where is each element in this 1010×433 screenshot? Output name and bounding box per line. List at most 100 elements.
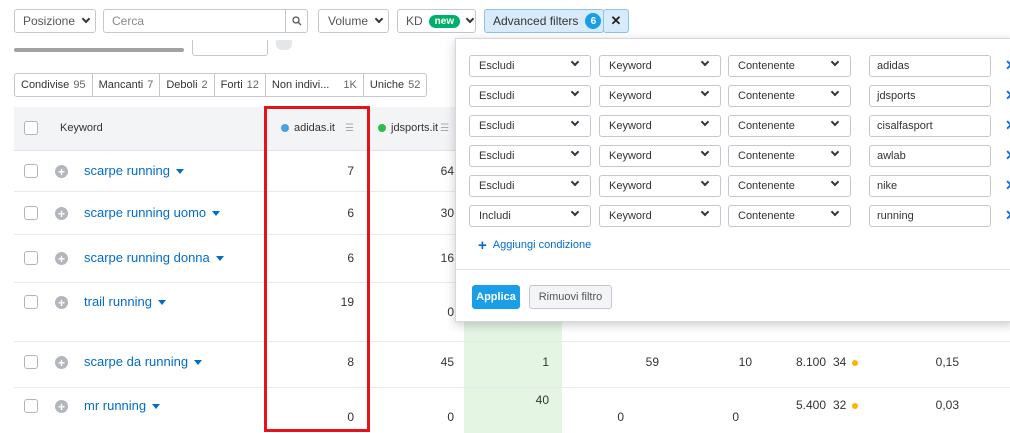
jdsports-position: 64 [440,164,454,178]
volume-dropdown[interactable]: Volume [318,9,389,33]
operator-select[interactable]: Contenente [728,145,851,167]
remove-condition-icon[interactable]: ✕ [1005,177,1010,194]
filter-value-input[interactable]: jdsports [869,85,991,107]
field-select[interactable]: Keyword [599,205,721,227]
jdsports-position: 0 [447,305,454,319]
keyword-link[interactable]: scarpe running [84,163,184,178]
keyword-link[interactable]: scarpe running uomo [84,205,221,220]
tab-forti[interactable]: Forti 12 [215,74,266,96]
table-row: + mr running 0 0 40 0 0 5.400 32 0,03 [14,388,1010,433]
mode-select[interactable]: Escludi [469,85,591,107]
filter-value-input[interactable]: awlab [869,145,991,167]
domain-dot-icon [378,124,386,132]
kd-dropdown[interactable]: KD new [397,9,476,33]
operator-select[interactable]: Contenente [728,55,851,77]
tab-mancanti[interactable]: Mancanti 7 [93,74,161,96]
operator-select[interactable]: Contenente [728,85,851,107]
competitor5-position: 10 [738,355,752,369]
expand-plus-icon[interactable]: + [55,296,68,309]
competitor3-position: 1 [542,355,549,369]
tab-condivise[interactable]: Condivise 95 [15,74,93,96]
volume-label: Volume [328,14,369,28]
expand-plus-icon[interactable]: + [55,252,68,265]
expand-plus-icon[interactable]: + [55,165,68,178]
column-header-adidas[interactable]: adidas.it ☰ [281,122,354,134]
adidas-position: 6 [347,251,354,265]
field-select[interactable]: Keyword [599,85,721,107]
search-placeholder: Cerca [112,14,145,28]
mode-select[interactable]: Escludi [469,175,591,197]
column-header-keyword[interactable]: Keyword [60,122,103,134]
caret-down-icon [194,360,203,366]
expand-plus-icon[interactable]: + [55,356,68,369]
row-checkbox[interactable] [24,164,38,178]
chevron-down-icon [570,57,580,67]
close-icon: ✕ [610,13,622,28]
mode-select[interactable]: Escludi [469,115,591,137]
remove-condition-icon[interactable]: ✕ [1005,87,1010,104]
filter-toolbar: Posizione Cerca Volume KD new Advanced f… [0,0,1010,40]
advanced-filters-button[interactable]: Advanced filters 6 [484,9,604,33]
column-header-jdsports[interactable]: jdsports.it ☰ [378,122,449,134]
apply-button[interactable]: Applica [472,285,520,309]
tab-label: Condivise [21,79,70,91]
operator-select[interactable]: Contenente [728,205,851,227]
keyword-link[interactable]: trail running [84,294,166,309]
remove-condition-icon[interactable]: ✕ [1005,207,1010,224]
adidas-position: 0 [347,410,354,424]
search-input[interactable]: Cerca [103,9,308,33]
keyword-link[interactable]: scarpe da running [84,354,203,369]
adidas-position: 7 [347,164,354,178]
search-icon[interactable] [285,10,307,32]
tab-non-indicizzate[interactable]: Non indivi... 1K [266,74,364,96]
field-select[interactable]: Keyword [599,55,721,77]
operator-select[interactable]: Contenente [728,175,851,197]
row-checkbox[interactable] [24,295,38,309]
domain-dot-icon [281,124,289,132]
clear-filters-button[interactable]: ✕ [603,9,629,33]
add-condition-link[interactable]: + Aggiungi condizione [478,237,591,254]
filter-value-input[interactable]: adidas [869,55,991,77]
filter-value-input[interactable]: cisalfasport [869,115,991,137]
row-checkbox[interactable] [24,355,38,369]
remove-filter-button[interactable]: Rimuovi filtro [529,285,612,309]
field-select[interactable]: Keyword [599,115,721,137]
chevron-down-icon [700,207,710,217]
chevron-down-icon [830,117,840,127]
search-volume: 8.100 [795,355,826,369]
obscured-heading [14,40,294,58]
expand-plus-icon[interactable]: + [55,207,68,220]
position-dropdown[interactable]: Posizione [14,9,96,33]
remove-condition-icon[interactable]: ✕ [1005,117,1010,134]
add-condition-label: Aggiungi condizione [492,239,592,251]
plus-icon: + [478,237,487,254]
row-checkbox[interactable] [24,206,38,220]
domain-label: adidas.it [294,122,335,134]
caret-down-icon [152,404,161,410]
filter-value-input[interactable]: nike [869,175,991,197]
filter-value-input[interactable]: running [869,205,991,227]
kd-dot-icon [852,359,859,366]
remove-condition-icon[interactable]: ✕ [1005,57,1010,74]
operator-select[interactable]: Contenente [728,115,851,137]
expand-plus-icon[interactable]: + [55,400,68,413]
chevron-down-icon [570,117,580,127]
field-select[interactable]: Keyword [599,145,721,167]
row-checkbox[interactable] [24,399,38,413]
keyword-link[interactable]: mr running [84,398,161,413]
select-all-checkbox[interactable] [24,121,38,135]
mode-select[interactable]: Escludi [469,145,591,167]
tab-uniche[interactable]: Uniche 52 [364,74,426,96]
remove-condition-icon[interactable]: ✕ [1005,147,1010,164]
divider [456,269,1010,270]
mode-select[interactable]: Escludi [469,55,591,77]
row-checkbox[interactable] [24,251,38,265]
keyword-link[interactable]: scarpe running donna [84,250,224,265]
tab-deboli[interactable]: Deboli 2 [160,74,215,96]
caret-down-icon [212,211,221,217]
chevron-down-icon [374,14,384,24]
sort-icon: ☰ [344,122,354,134]
mode-select[interactable]: Includi [469,205,591,227]
field-select[interactable]: Keyword [599,175,721,197]
jdsports-position: 0 [447,410,454,424]
